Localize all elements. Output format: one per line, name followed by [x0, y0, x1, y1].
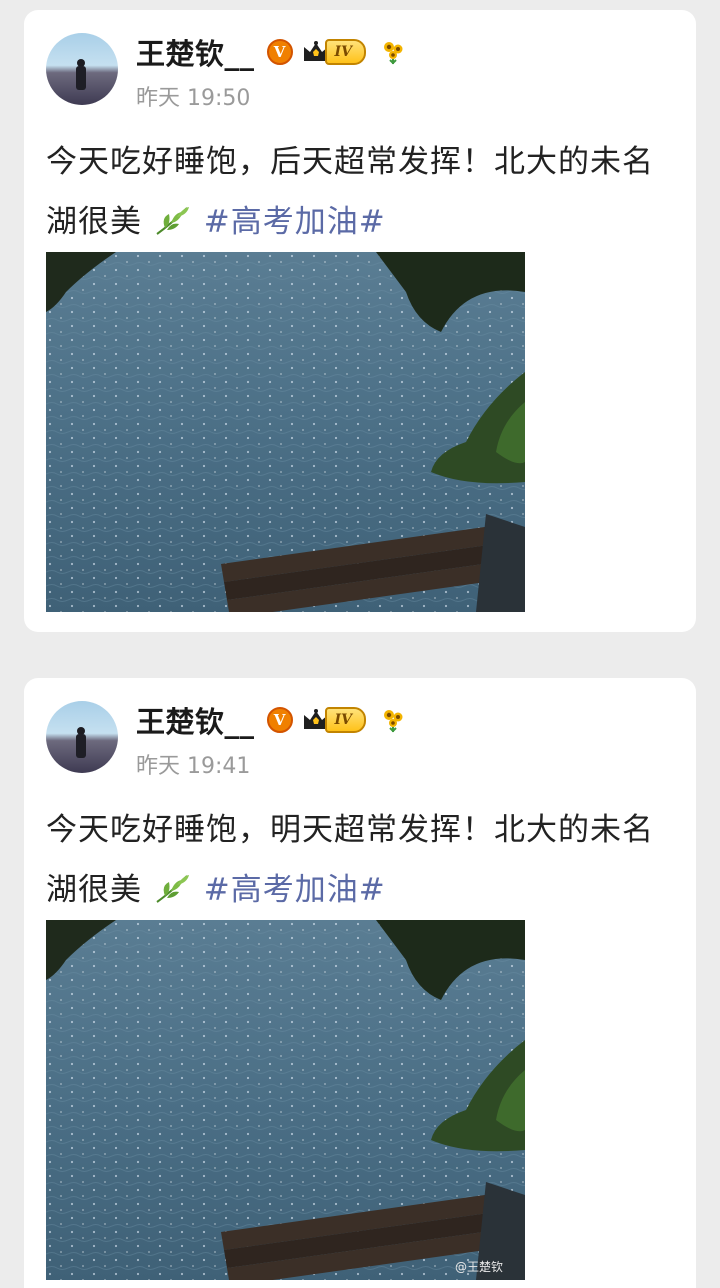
username[interactable]: 王楚钦__	[136, 699, 255, 741]
post-header: 王楚钦__ V IV	[136, 31, 406, 73]
avatar-figure-body	[76, 734, 86, 758]
level-label: IV	[324, 39, 366, 65]
post-timestamp: 昨天 19:41	[136, 754, 251, 779]
herb-leaf-icon	[156, 207, 189, 235]
lake-photo-image	[46, 252, 525, 612]
level-badge[interactable]: IV	[301, 707, 366, 733]
photo-watermark: @王楚钦	[454, 1260, 503, 1274]
avatar[interactable]	[46, 33, 118, 105]
post-timestamp: 昨天 19:50	[136, 86, 251, 111]
hashtag-link[interactable]: #高考加油#	[204, 204, 386, 240]
hashtag-link[interactable]: #高考加油#	[204, 872, 386, 908]
avatar[interactable]	[46, 701, 118, 773]
sunflower-icon[interactable]	[380, 39, 406, 65]
post-photo[interactable]: @王楚钦	[46, 920, 525, 1280]
lake-photo-image	[46, 920, 525, 1280]
herb-leaf-icon	[156, 875, 189, 903]
post-header: 王楚钦__ V IV	[136, 699, 406, 741]
level-badge[interactable]: IV	[301, 39, 366, 65]
sunflower-icon[interactable]	[380, 707, 406, 733]
verified-v-icon[interactable]: V	[266, 39, 293, 65]
username[interactable]: 王楚钦__	[136, 31, 255, 73]
post-text: 今天吃好睡饱，明天超常发挥！北大的未名湖很美 #高考加油#	[46, 800, 676, 920]
verified-v-icon[interactable]: V	[266, 707, 293, 733]
weibo-feed: 王楚钦__ V IV 昨天 19:50 今天吃好睡饱，后天超常发挥！北大的未名湖…	[0, 0, 720, 1288]
level-label: IV	[324, 707, 366, 733]
post-text: 今天吃好睡饱，后天超常发挥！北大的未名湖很美 #高考加油#	[46, 132, 676, 252]
avatar-figure-body	[76, 66, 86, 90]
post-card[interactable]: 王楚钦__ V IV 昨天 19:41 今天吃好睡饱，明天超常发挥！北大的未名湖…	[24, 678, 696, 1288]
post-card[interactable]: 王楚钦__ V IV 昨天 19:50 今天吃好睡饱，后天超常发挥！北大的未名湖…	[24, 10, 696, 632]
post-photo[interactable]	[46, 252, 525, 612]
